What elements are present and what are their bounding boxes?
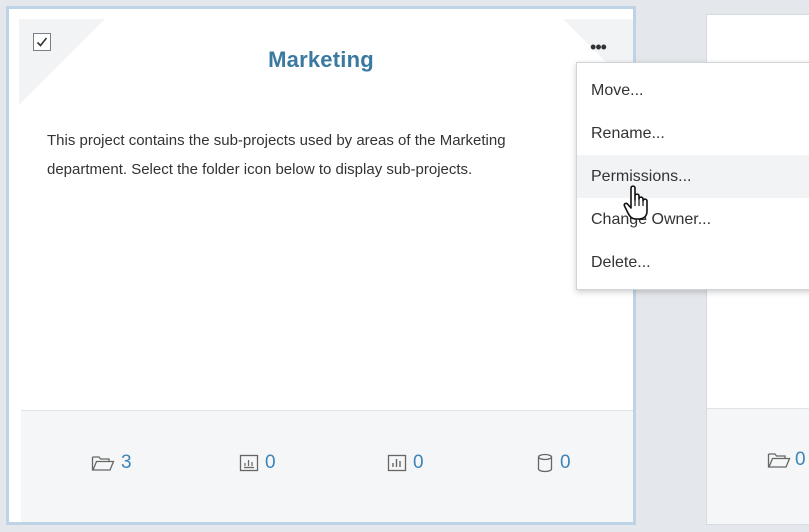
actions-context-menu: Move... Rename... Permissions... Change … [576, 62, 809, 290]
project-description: This project contains the sub-projects u… [47, 132, 506, 178]
menu-item-move[interactable]: Move... [577, 69, 809, 112]
menu-item-delete[interactable]: Delete... [577, 241, 809, 284]
projects-grid: Marketing ••• This project contains the … [0, 0, 809, 532]
card-footer: 3 0 0 0 [21, 410, 633, 522]
view-icon [387, 454, 407, 472]
views-count: 0 [413, 452, 424, 473]
menu-item-rename[interactable]: Rename... [577, 112, 809, 155]
folder-icon [767, 453, 791, 468]
views-count-link[interactable]: 0 [387, 452, 424, 474]
subprojects-count-link[interactable]: 0 [767, 449, 806, 471]
subprojects-count: 3 [121, 452, 132, 473]
project-card-marketing[interactable]: Marketing ••• This project contains the … [6, 6, 636, 525]
workbooks-count: 0 [265, 452, 276, 473]
project-title[interactable]: Marketing [9, 47, 633, 73]
menu-item-change-owner[interactable]: Change Owner... [577, 198, 809, 241]
workbook-icon [239, 454, 259, 472]
subprojects-count: 0 [795, 449, 806, 470]
hand-cursor-icon [623, 185, 648, 220]
workbooks-count-link[interactable]: 0 [239, 452, 276, 474]
more-actions-button[interactable]: ••• [583, 37, 613, 57]
menu-item-permissions[interactable]: Permissions... [577, 155, 809, 198]
subprojects-count-link[interactable]: 3 [91, 452, 132, 474]
datasources-count: 0 [560, 452, 571, 473]
datasources-count-link[interactable]: 0 [536, 452, 571, 474]
datasource-icon [537, 453, 553, 473]
folder-icon [91, 456, 115, 471]
card-footer: 0 [707, 408, 809, 524]
